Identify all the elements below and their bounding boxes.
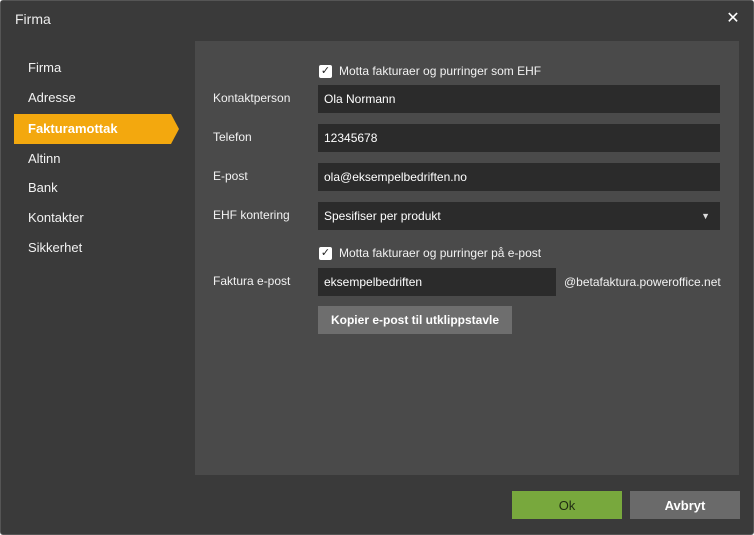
firma-dialog: Firma ✕ Firma Adresse Fakturamottak Alti… bbox=[0, 0, 754, 535]
ehf-checkbox-label: Motta fakturaer og purringer som EHF bbox=[339, 64, 542, 78]
sidebar-item-fakturamottak[interactable]: Fakturamottak bbox=[14, 114, 179, 144]
invoice-email-suffix: @betafaktura.poweroffice.net bbox=[564, 275, 721, 289]
sidebar-item-kontakter[interactable]: Kontakter bbox=[14, 203, 171, 233]
sidebar-item-firma[interactable]: Firma bbox=[14, 53, 171, 83]
ehf-kontering-value: Spesifiser per produkt bbox=[324, 209, 441, 223]
title-bar: Firma ✕ bbox=[1, 1, 753, 37]
contact-person-input[interactable] bbox=[318, 85, 720, 113]
ehf-checkbox[interactable]: ✓ bbox=[319, 64, 332, 78]
contact-person-label: Kontaktperson bbox=[213, 91, 291, 105]
ok-button[interactable]: Ok bbox=[512, 491, 622, 519]
invoice-email-input[interactable] bbox=[318, 268, 556, 296]
sidebar-item-altinn[interactable]: Altinn bbox=[14, 144, 171, 174]
sidebar-item-sikkerhet[interactable]: Sikkerhet bbox=[14, 233, 171, 263]
close-icon[interactable]: ✕ bbox=[725, 11, 741, 27]
email-label: E-post bbox=[213, 169, 248, 183]
phone-input[interactable] bbox=[318, 124, 720, 152]
ehf-kontering-select[interactable]: Spesifiser per produkt ▼ bbox=[318, 202, 720, 230]
email-checkbox-row[interactable]: ✓ Motta fakturaer og purringer på e-post bbox=[319, 245, 541, 261]
fakturamottak-panel: ✓ Motta fakturaer og purringer som EHF K… bbox=[195, 41, 739, 475]
email-checkbox[interactable]: ✓ bbox=[319, 246, 332, 260]
copy-email-button[interactable]: Kopier e-post til utklippstavle bbox=[318, 306, 512, 334]
email-checkbox-label: Motta fakturaer og purringer på e-post bbox=[339, 246, 542, 260]
ehf-kontering-label: EHF kontering bbox=[213, 208, 290, 222]
phone-label: Telefon bbox=[213, 130, 252, 144]
invoice-email-label: Faktura e-post bbox=[213, 274, 291, 288]
cancel-button[interactable]: Avbryt bbox=[630, 491, 740, 519]
ehf-checkbox-row[interactable]: ✓ Motta fakturaer og purringer som EHF bbox=[319, 63, 541, 79]
sidebar-item-adresse[interactable]: Adresse bbox=[14, 83, 171, 113]
email-input[interactable] bbox=[318, 163, 720, 191]
sidebar-item-bank[interactable]: Bank bbox=[14, 173, 171, 203]
chevron-down-icon: ▼ bbox=[701, 211, 710, 221]
dialog-title: Firma bbox=[15, 11, 51, 27]
